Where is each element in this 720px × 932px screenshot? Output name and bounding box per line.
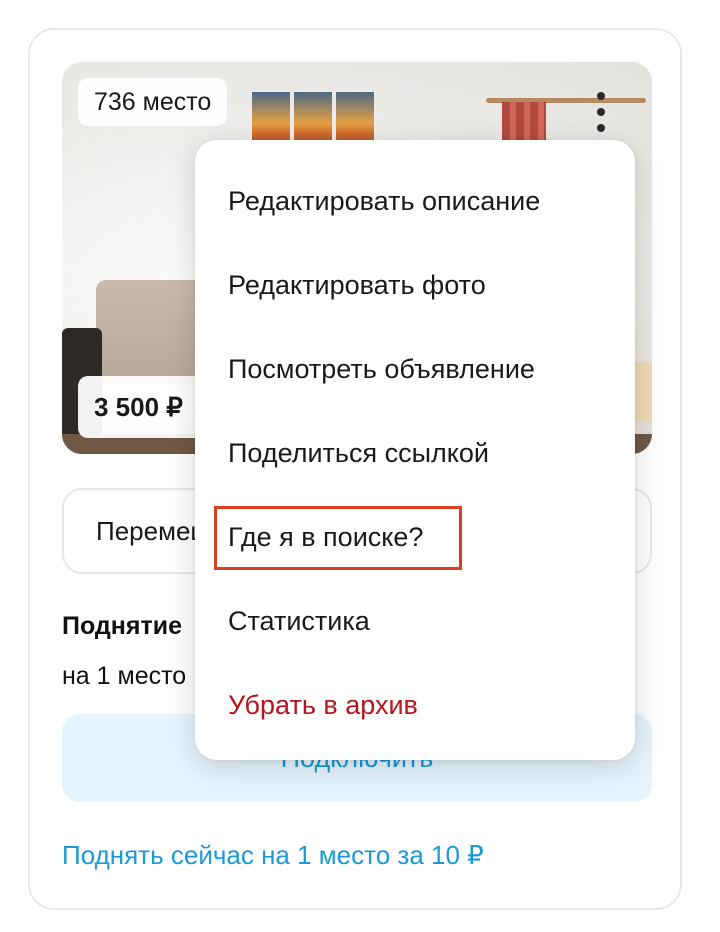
kebab-menu-icon[interactable]	[586, 92, 616, 132]
menu-item-view-listing[interactable]: Посмотреть объявление	[228, 352, 535, 386]
menu-item-archive[interactable]: Убрать в архив	[228, 688, 418, 722]
context-menu: Редактировать описание Редактировать фот…	[195, 140, 635, 760]
raise-now-link[interactable]: Поднять сейчас на 1 место за 10 ₽	[62, 840, 484, 871]
raise-section-title: Поднятие	[62, 612, 182, 640]
menu-item-statistics[interactable]: Статистика	[228, 604, 370, 638]
search-position-badge: 736 место	[78, 78, 228, 126]
menu-item-edit-description[interactable]: Редактировать описание	[228, 184, 540, 218]
menu-item-share-link[interactable]: Поделиться ссылкой	[228, 436, 489, 470]
kebab-dot	[597, 124, 605, 132]
highlight-outline	[214, 506, 462, 570]
menu-item-edit-photo[interactable]: Редактировать фото	[228, 268, 486, 302]
kebab-dot	[597, 108, 605, 116]
raise-section-subtitle: на 1 место	[62, 662, 187, 690]
kebab-dot	[597, 92, 605, 100]
